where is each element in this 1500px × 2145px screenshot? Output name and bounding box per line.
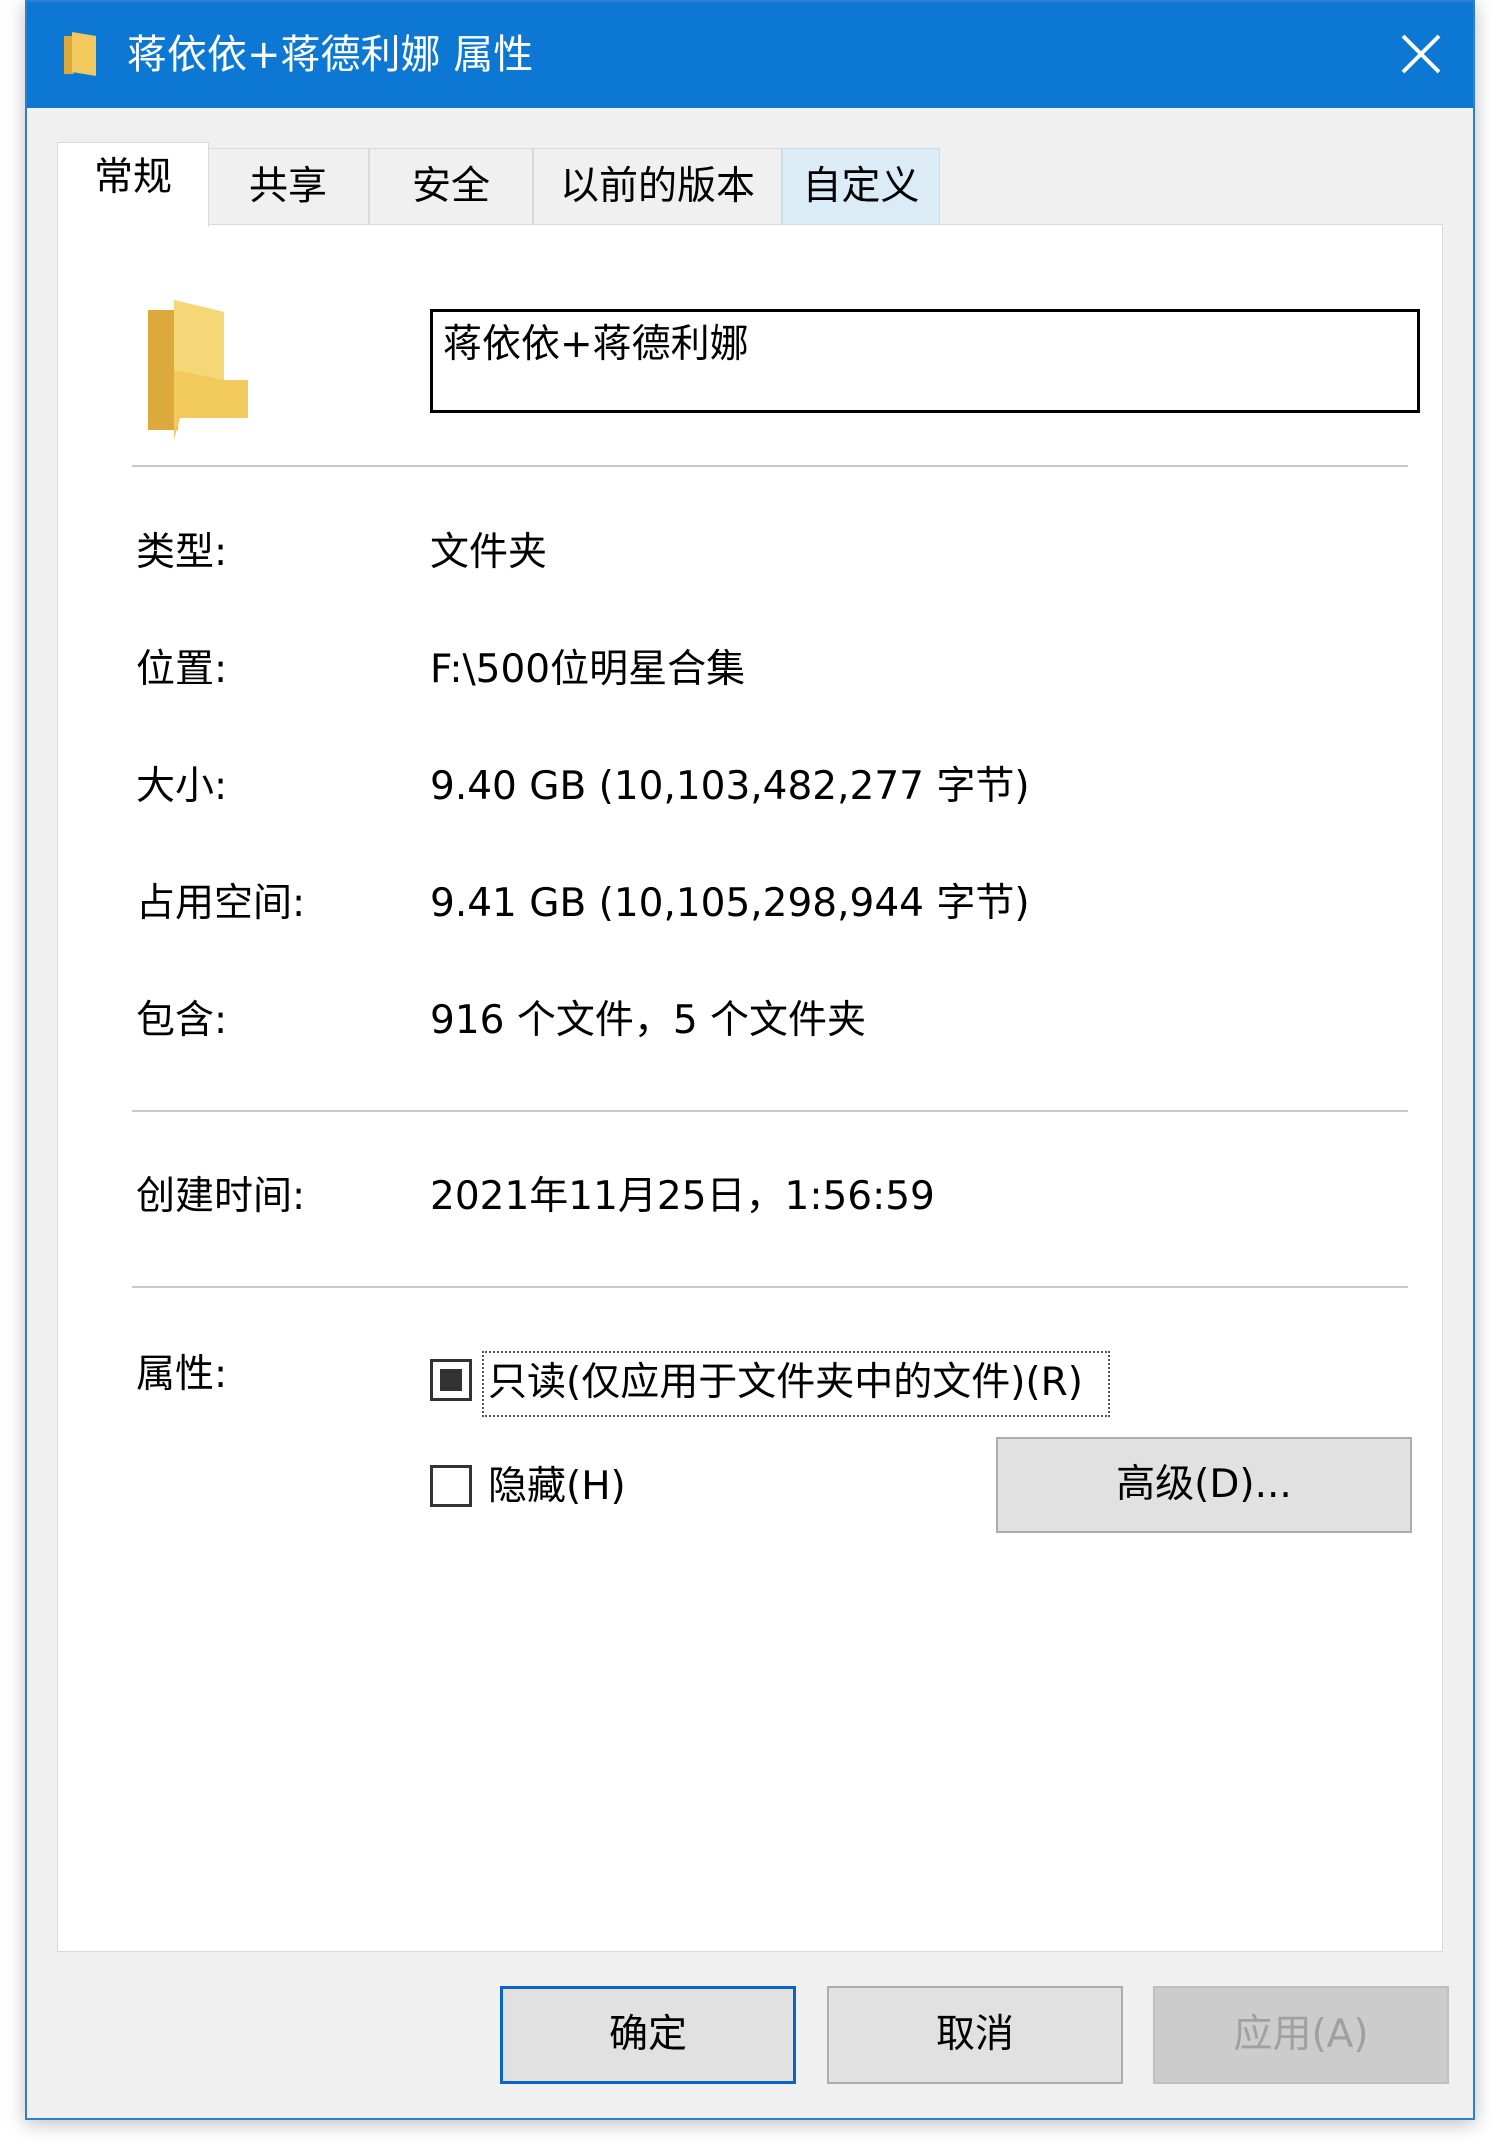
advanced-button[interactable]: 高级(D)... (996, 1437, 1412, 1533)
size-value: 9.40 GB (10,103,482,277 字节) (430, 764, 1030, 809)
hidden-label[interactable]: 隐藏(H) (488, 1459, 626, 1515)
ok-button[interactable]: 确定 (500, 1986, 796, 2084)
title-bar[interactable]: 蒋依依+蒋德利娜 属性 (27, 2, 1473, 108)
folder-icon (148, 300, 248, 440)
readonly-label[interactable]: 只读(仅应用于文件夹中的文件)(R) (488, 1355, 1083, 1411)
close-icon (1401, 34, 1441, 74)
indeterminate-mark (440, 1369, 462, 1391)
tab-sharing[interactable]: 共享 (207, 148, 369, 224)
location-value: F:\500位明星合集 (430, 647, 746, 692)
apply-button[interactable]: 应用(A) (1153, 1986, 1449, 2084)
properties-dialog: 蒋依依+蒋德利娜 属性 常规 共享 安全 以前的版本 自定义 类型: 文件夹 位… (25, 0, 1475, 2120)
attributes-label: 属性: (136, 1352, 228, 1397)
cancel-button[interactable]: 取消 (827, 1986, 1123, 2084)
window-title: 蒋依依+蒋德利娜 属性 (127, 32, 534, 78)
size-label: 大小: (136, 764, 228, 809)
tab-previous-versions[interactable]: 以前的版本 (533, 148, 782, 224)
size-on-disk-label: 占用空间: (136, 881, 306, 926)
folder-icon (64, 32, 96, 76)
general-panel: 类型: 文件夹 位置: F:\500位明星合集 大小: 9.40 GB (10,… (57, 224, 1443, 1952)
tab-customize[interactable]: 自定义 (782, 148, 940, 224)
divider (132, 1286, 1408, 1288)
type-label: 类型: (136, 530, 228, 575)
tab-security[interactable]: 安全 (369, 148, 533, 224)
type-value: 文件夹 (430, 530, 548, 575)
divider (132, 465, 1408, 467)
location-label: 位置: (136, 647, 228, 692)
readonly-checkbox[interactable] (430, 1359, 472, 1401)
folder-name-input[interactable] (430, 309, 1420, 413)
contains-label: 包含: (136, 998, 228, 1043)
created-value: 2021年11月25日，1:56:59 (430, 1174, 935, 1219)
contains-value: 916 个文件，5 个文件夹 (430, 998, 867, 1043)
size-on-disk-value: 9.41 GB (10,105,298,944 字节) (430, 881, 1030, 926)
created-label: 创建时间: (136, 1174, 306, 1219)
divider (132, 1110, 1408, 1112)
tab-general[interactable]: 常规 (57, 142, 209, 227)
close-button[interactable] (1369, 2, 1473, 106)
hidden-checkbox[interactable] (430, 1465, 472, 1507)
